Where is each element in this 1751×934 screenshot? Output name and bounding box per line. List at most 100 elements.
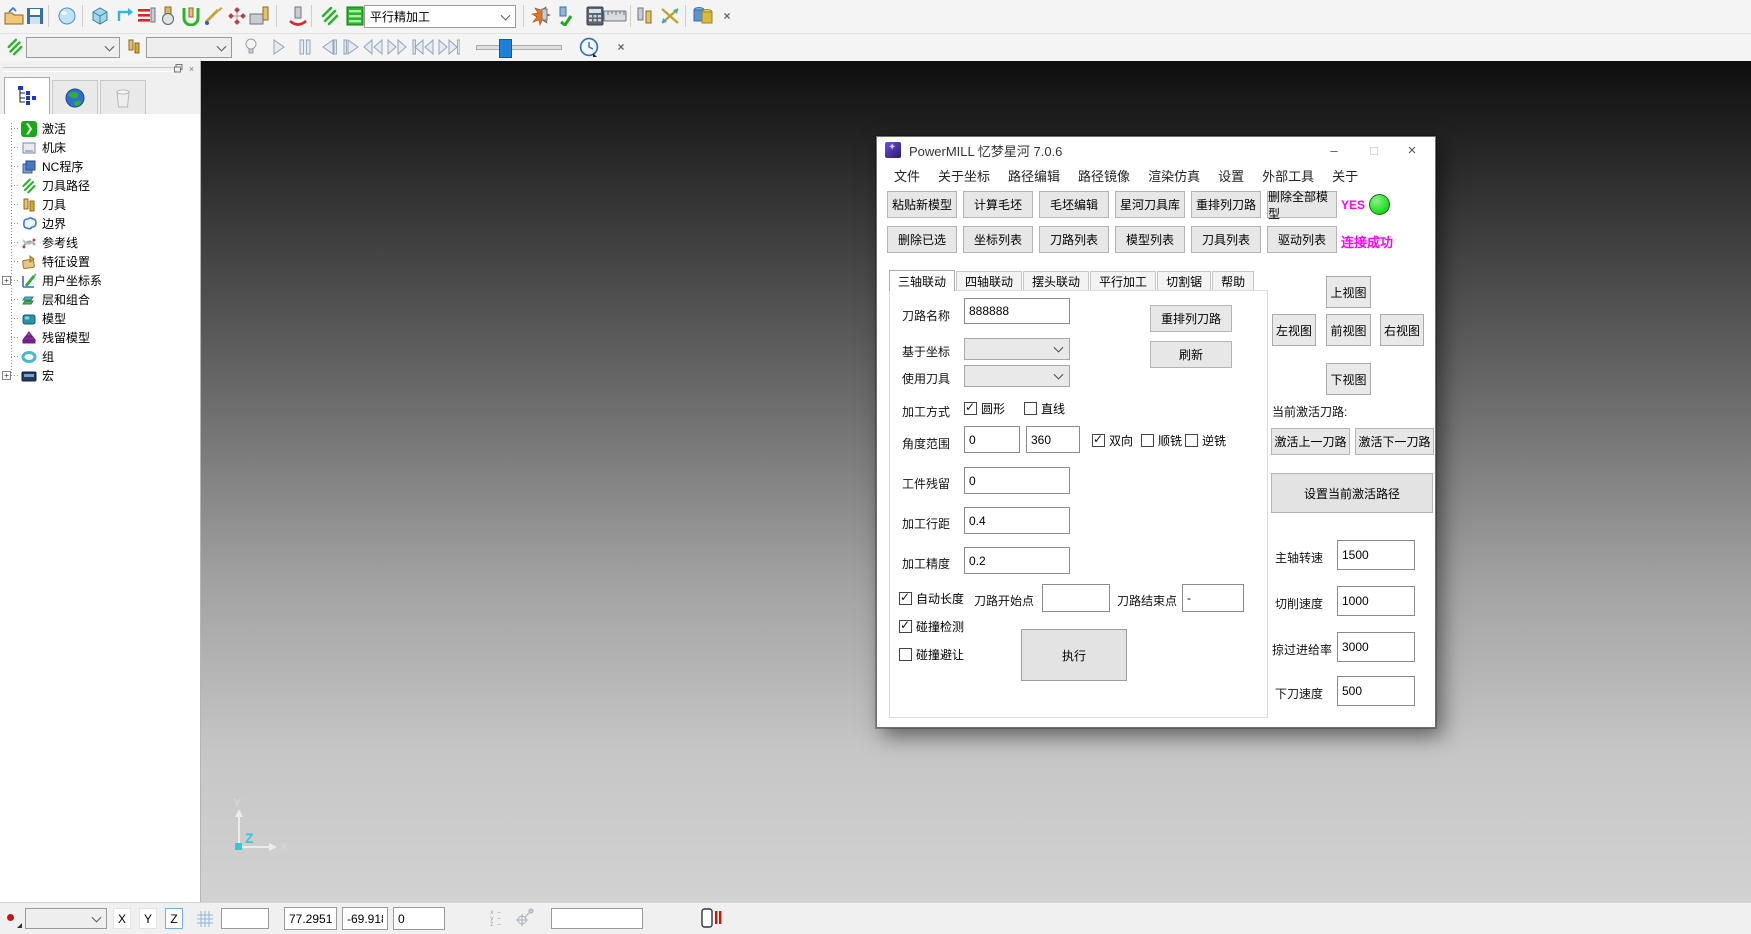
tree-item-workplanes[interactable]: + 用户坐标系 (0, 271, 200, 290)
tree-item-groups[interactable]: 组 (0, 347, 200, 366)
toolpath-select[interactable] (26, 37, 120, 58)
tree-item-stock-models[interactable]: 残留模型 (0, 328, 200, 347)
probe-icon[interactable] (514, 908, 534, 931)
collision-check-icon[interactable] (286, 4, 310, 28)
tab-tilt-head[interactable]: 摆头联动 (1023, 271, 1089, 291)
axis-y-button[interactable]: Y (139, 908, 157, 929)
fast-forward-icon[interactable] (386, 36, 408, 58)
tree-item-activate[interactable]: ❯ 激活 (0, 119, 200, 138)
rewind-icon[interactable] (362, 36, 384, 58)
grid-size-input[interactable] (221, 908, 269, 929)
stock-edit-button[interactable]: 毛坯编辑 (1039, 191, 1109, 218)
delete-all-models-button[interactable]: 删除全部模型 (1267, 191, 1337, 218)
spindle-speed-input[interactable] (1337, 540, 1415, 570)
curve-editor-icon[interactable] (202, 4, 226, 28)
auto-length-checkbox[interactable] (899, 592, 912, 605)
auto-length-checkbox-row[interactable]: 自动长度 (899, 590, 964, 607)
climb-checkbox-row[interactable]: 顺铣 (1141, 432, 1182, 449)
bidirectional-checkbox-row[interactable]: 双向 (1092, 432, 1133, 449)
view-top-button[interactable]: 上视图 (1326, 276, 1371, 308)
end-point-input[interactable] (1182, 584, 1244, 612)
close-panel-icon[interactable]: × (186, 63, 197, 74)
stock-sphere-icon[interactable] (55, 4, 79, 28)
view-right-button[interactable]: 右视图 (1380, 314, 1424, 346)
tree-item-machine[interactable]: 机床 (0, 138, 200, 157)
view-bottom-button[interactable]: 下视图 (1326, 363, 1371, 395)
speed-slider-handle[interactable] (499, 39, 512, 58)
climb-checkbox[interactable] (1141, 434, 1154, 447)
start-point-input[interactable] (1042, 584, 1110, 612)
based-coord-select[interactable] (964, 338, 1070, 360)
view-front-button[interactable]: 前视图 (1326, 314, 1371, 346)
tool-pair-icon[interactable] (634, 4, 658, 28)
skim-feed-input[interactable] (1337, 632, 1415, 662)
tab-3axis[interactable]: 三轴联动 (889, 270, 955, 291)
circle-checkbox-row[interactable]: 圆形 (964, 400, 1005, 417)
tree-item-feature-sets[interactable]: 特征设置 (0, 252, 200, 271)
collision-detect-checkbox-row[interactable]: 碰撞检测 (899, 618, 964, 635)
cursor-y-input[interactable] (342, 907, 388, 930)
play-icon[interactable] (268, 36, 290, 58)
rearrange-toolpaths-button[interactable]: 重排列刀路 (1191, 191, 1261, 218)
tab-4axis[interactable]: 四轴联动 (956, 271, 1022, 291)
xyz-list-icon[interactable]: x –y –z – (489, 908, 505, 931)
measure-icon[interactable] (603, 4, 627, 28)
grid-toggle-button[interactable] (193, 907, 217, 930)
cutting-speed-input[interactable] (1337, 586, 1415, 616)
set-active-path-button[interactable]: 设置当前激活路径 (1271, 473, 1433, 513)
pattern-points-icon[interactable] (225, 4, 249, 28)
menu-path-mirror[interactable]: 路径镜像 (1069, 166, 1139, 185)
tree-item-macros[interactable]: + 宏 (0, 366, 200, 385)
snap-menu-button[interactable] (3, 908, 23, 929)
menu-external-tools[interactable]: 外部工具 (1253, 166, 1323, 185)
drive-list-button[interactable]: 驱动列表 (1267, 226, 1337, 253)
collision-avoid-checkbox-row[interactable]: 碰撞避让 (899, 646, 964, 663)
toolpath-logo-icon[interactable] (318, 4, 342, 28)
simulate-icon[interactable] (691, 4, 715, 28)
menu-coords[interactable]: 关于坐标 (929, 166, 999, 185)
xinghe-tool-library-button[interactable]: 星河刀具库 (1115, 191, 1185, 218)
paste-new-model-button[interactable]: 粘贴新模型 (887, 191, 957, 218)
circle-checkbox[interactable] (964, 402, 977, 415)
activate-next-toolpath-button[interactable]: 激活下一刀路 (1355, 428, 1434, 455)
cursor-x-input[interactable] (284, 907, 337, 930)
plunge-speed-input[interactable] (1337, 676, 1415, 706)
angle-to-input[interactable] (1026, 426, 1080, 453)
step-back-icon[interactable] (318, 36, 340, 58)
tab-globe[interactable] (52, 80, 98, 114)
cursor-z-input[interactable] (393, 907, 445, 930)
bidirectional-checkbox[interactable] (1092, 434, 1105, 447)
conventional-checkbox[interactable] (1185, 434, 1198, 447)
tab-saw[interactable]: 切割锯 (1157, 271, 1211, 291)
tool-block-icon[interactable] (248, 4, 272, 28)
stepover-input[interactable] (964, 507, 1070, 534)
tree-item-tools[interactable]: 刀具 (0, 195, 200, 214)
tool-holder-icon[interactable] (179, 4, 203, 28)
tree-item-toolpaths[interactable]: 刀具路径 (0, 176, 200, 195)
use-tool-select[interactable] (964, 365, 1070, 387)
rearrange-button[interactable]: 重排列刀路 (1150, 305, 1232, 332)
tolerance-status-input[interactable] (551, 908, 643, 929)
calculate-strategy-icon[interactable] (528, 4, 552, 28)
collision-detect-checkbox[interactable] (899, 620, 912, 633)
verify-toolpath-icon[interactable] (556, 4, 580, 28)
angle-from-input[interactable] (964, 426, 1020, 453)
menu-settings[interactable]: 设置 (1209, 166, 1253, 185)
maximize-button[interactable]: □ (1357, 137, 1391, 163)
tab-help[interactable]: 帮助 (1212, 271, 1254, 291)
tool-select[interactable] (146, 37, 232, 58)
transform-icon[interactable] (658, 4, 682, 28)
close-button[interactable]: × (1395, 137, 1429, 163)
save-icon[interactable] (23, 4, 47, 28)
close-toolbar-icon[interactable]: × (715, 4, 739, 28)
strategy-dropdown[interactable]: 平行精加工 (364, 5, 516, 28)
tab-parallel[interactable]: 平行加工 (1090, 271, 1156, 291)
speed-slider-track[interactable] (476, 45, 562, 50)
conventional-checkbox-row[interactable]: 逆铣 (1185, 432, 1226, 449)
clipboard-device-icon[interactable] (700, 907, 724, 932)
step-forward-icon[interactable] (340, 36, 362, 58)
tree-item-nc-programs[interactable]: NC程序 (0, 157, 200, 176)
menu-file[interactable]: 文件 (885, 166, 929, 185)
toolpath-name-input[interactable] (964, 298, 1070, 324)
collision-avoid-checkbox[interactable] (899, 648, 912, 661)
